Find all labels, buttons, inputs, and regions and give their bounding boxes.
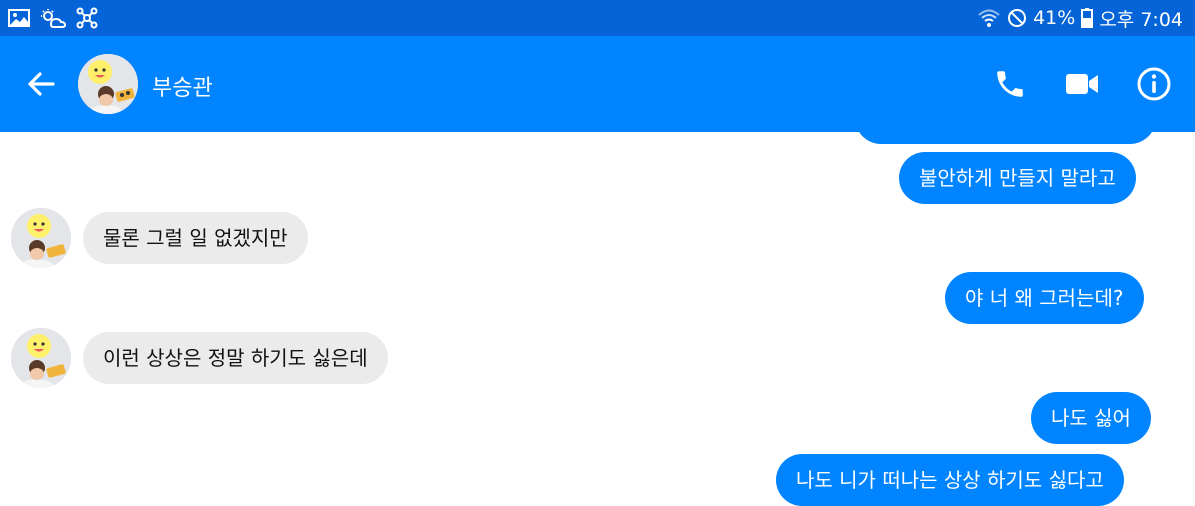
do-not-disturb-icon [1007, 8, 1027, 28]
message-bubble-incoming[interactable]: 이런 상상은 정말 하기도 싫은데 [83, 332, 388, 384]
message-bubble-incoming[interactable]: 물론 그럴 일 없겠지만 [83, 212, 308, 264]
battery-percent: 41% [1033, 7, 1076, 29]
message-bubble-outgoing[interactable]: 야 너 왜 그러는데? [945, 272, 1144, 324]
clock: 오후 7:04 [1099, 8, 1183, 31]
video-call-button[interactable] [1062, 64, 1102, 104]
avatar-image [11, 208, 71, 268]
status-left [8, 7, 98, 29]
back-arrow-icon [28, 72, 55, 96]
message-bubble-outgoing[interactable]: 나도 싫어 [1031, 392, 1151, 444]
wifi-icon [977, 8, 1001, 28]
message-bubble-outgoing[interactable]: 나도 니가 떠나는 상상 하기도 싫다고 [776, 454, 1124, 506]
avatar-image [78, 54, 138, 114]
back-button[interactable] [24, 64, 58, 104]
conversation-header: 부승관 [0, 36, 1195, 132]
contact-name[interactable]: 부승관 [152, 70, 213, 102]
message-list[interactable]: 불안하게 만들지 말라고 물론 그럴 일 없겠지만 야 너 왜 그러는데? 이런… [0, 132, 1195, 506]
battery-icon [1081, 8, 1094, 28]
status-bar: 41% 오후 7:04 [0, 0, 1195, 36]
phone-icon [997, 71, 1023, 97]
contact-avatar[interactable] [78, 54, 138, 114]
network-icon [76, 7, 98, 29]
video-camera-icon [1066, 74, 1098, 94]
info-button[interactable] [1134, 64, 1174, 104]
avatar-image [11, 328, 71, 388]
voice-call-button[interactable] [990, 64, 1030, 104]
message-bubble-outgoing[interactable] [855, 132, 1156, 144]
weather-icon [40, 8, 66, 28]
gallery-icon [8, 8, 30, 28]
sender-avatar[interactable] [11, 328, 71, 388]
message-bubble-outgoing[interactable]: 불안하게 만들지 말라고 [899, 152, 1136, 204]
sender-avatar[interactable] [11, 208, 71, 268]
info-icon [1137, 67, 1171, 101]
status-right: 41% 오후 7:04 [977, 5, 1183, 32]
